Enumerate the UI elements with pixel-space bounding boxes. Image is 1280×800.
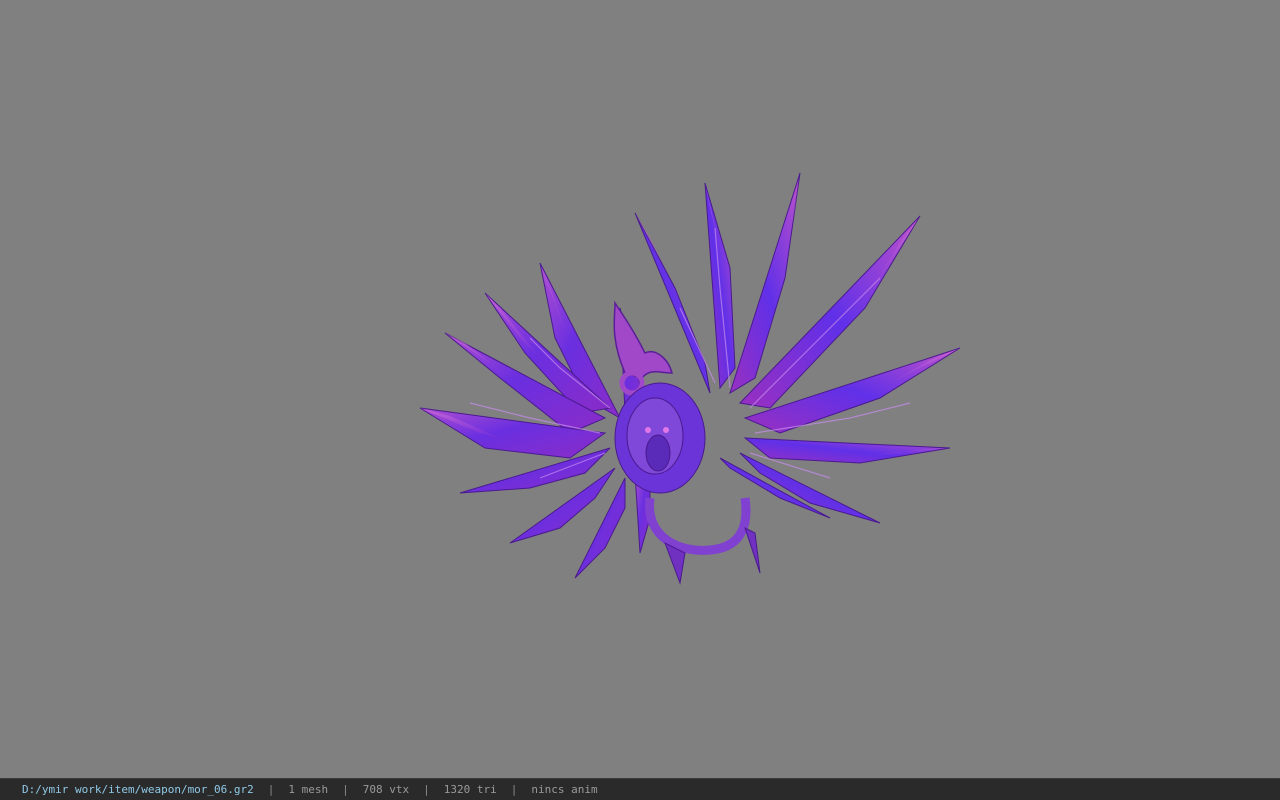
horn-ornament <box>613 300 673 396</box>
separator: | <box>267 783 275 796</box>
weapon-model[interactable] <box>410 168 970 593</box>
vertex-count: 708 vtx <box>362 783 410 796</box>
separator: | <box>423 783 430 796</box>
tail-ring <box>645 497 751 555</box>
mesh-count: 1 mesh <box>288 783 329 796</box>
tail-spikes <box>664 527 761 585</box>
separator: | <box>510 783 518 796</box>
dragon-head <box>614 382 706 494</box>
status-bar: D:/ymir work/item/weapon/mor_06.gr2 | 1 … <box>0 778 1280 800</box>
animation-status: nincs anim <box>531 783 598 796</box>
3d-viewport[interactable] <box>0 0 1280 778</box>
file-path: D:/ymir work/item/weapon/mor_06.gr2 <box>22 783 254 796</box>
triangle-count: 1320 tri <box>443 783 497 796</box>
separator: | <box>342 783 349 796</box>
